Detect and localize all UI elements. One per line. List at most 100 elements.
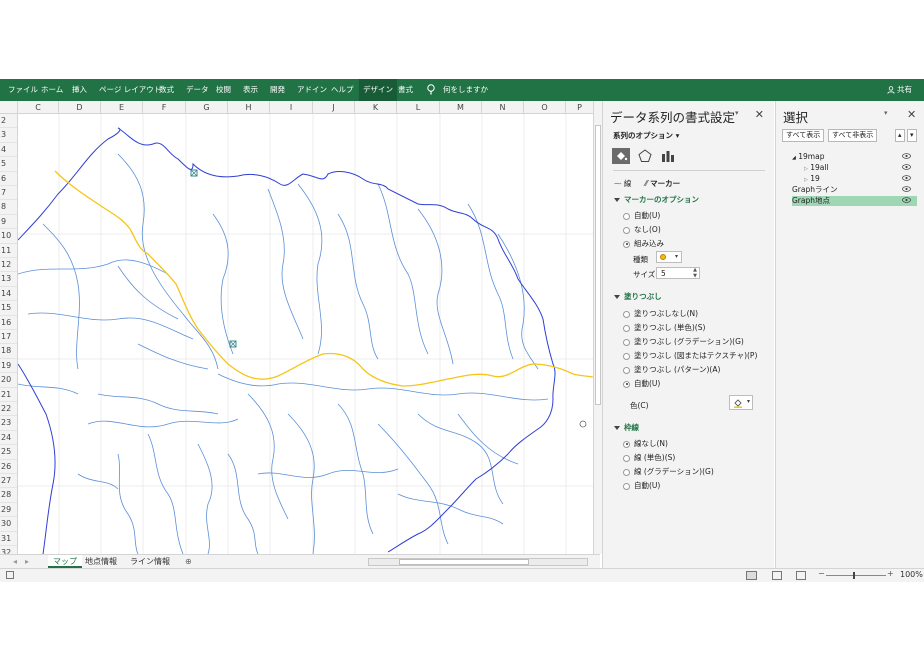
sheet-tab-lines[interactable]: ライン情報 — [125, 555, 175, 568]
row-header[interactable]: 8 — [0, 200, 17, 215]
selection-item[interactable]: ▷ 19 — [792, 174, 917, 184]
row-header[interactable]: 3 — [0, 128, 17, 143]
map-point-markers[interactable] — [190, 169, 237, 348]
row-header[interactable]: 26 — [0, 460, 17, 474]
border-section[interactable]: 枠線 — [614, 422, 639, 433]
row-header[interactable]: 13 — [0, 272, 17, 287]
normal-view-icon[interactable] — [746, 571, 757, 580]
pane-options-icon[interactable]: ▾ — [735, 109, 739, 117]
row-header[interactable]: 22 — [0, 402, 17, 417]
fill-pattern-radio[interactable]: 塗りつぶし (パターン)(A) — [623, 364, 720, 375]
row-header[interactable]: 23 — [0, 416, 17, 431]
row-header[interactable]: 21 — [0, 388, 17, 402]
map-chart[interactable] — [18, 114, 593, 554]
marker-size-spinner[interactable]: 5 ▲ ▼ — [656, 267, 700, 279]
column-header[interactable]: K — [355, 101, 397, 114]
fill-picture-radio[interactable]: 塗りつぶし (図またはテクスチャ)(P) — [623, 350, 757, 361]
row-header[interactable]: 12 — [0, 258, 17, 273]
row-header[interactable]: 2 — [0, 114, 17, 129]
spin-down-icon[interactable]: ▼ — [693, 273, 697, 279]
column-header[interactable]: L — [397, 101, 440, 114]
eye-icon[interactable] — [902, 164, 911, 170]
tab-help[interactable]: ヘルプ — [331, 79, 354, 101]
row-header[interactable]: 30 — [0, 517, 17, 532]
column-header[interactable]: O — [524, 101, 566, 114]
column-header[interactable]: H — [228, 101, 270, 114]
tell-me-search[interactable]: 何をしますか — [443, 79, 488, 101]
row-header[interactable]: 27 — [0, 474, 17, 489]
zoom-slider-thumb[interactable] — [853, 572, 855, 579]
row-header[interactable]: 20 — [0, 373, 17, 388]
column-header[interactable]: J — [313, 101, 355, 114]
tab-format[interactable]: 書式 — [398, 79, 413, 101]
column-header[interactable]: M — [440, 101, 482, 114]
border-solid-radio[interactable]: 線 (単色)(S) — [623, 452, 675, 463]
row-header[interactable]: 15 — [0, 301, 17, 316]
fill-none-radio[interactable]: 塗りつぶしなし(N) — [623, 308, 698, 319]
row-header[interactable]: 14 — [0, 287, 17, 302]
selection-item-active[interactable]: Graph地点 — [792, 196, 917, 206]
select-all-corner[interactable] — [0, 101, 18, 114]
hide-all-button[interactable]: すべて非表示 — [828, 129, 878, 142]
row-header[interactable]: 25 — [0, 445, 17, 460]
row-header[interactable]: 31 — [0, 532, 17, 546]
column-header[interactable]: P — [566, 101, 593, 114]
border-auto-radio[interactable]: 自動(U) — [623, 480, 660, 491]
fill-solid-radio[interactable]: 塗りつぶし (単色)(S) — [623, 322, 705, 333]
line-subtab[interactable]: ⁓ 線 — [614, 178, 631, 189]
marker-auto-radio[interactable]: 自動(U) — [623, 210, 660, 221]
row-header[interactable]: 10 — [0, 229, 17, 244]
tab-addins[interactable]: アドイン — [297, 79, 327, 101]
row-header[interactable]: 19 — [0, 359, 17, 374]
tab-home[interactable]: ホーム — [41, 79, 63, 101]
selection-item[interactable]: ▷ 19all — [792, 163, 917, 173]
zoom-in-icon[interactable]: + — [887, 569, 894, 578]
marker-options-section[interactable]: マーカーのオプション — [614, 194, 699, 205]
horizontal-scrollbar[interactable] — [368, 558, 588, 566]
zoom-level[interactable]: 100% — [900, 570, 923, 579]
worksheet-grid[interactable] — [18, 114, 593, 554]
pane-options-icon[interactable]: ▾ — [884, 109, 888, 117]
tab-design[interactable]: デザイン — [359, 79, 397, 101]
eye-icon[interactable] — [902, 175, 911, 181]
fill-color-picker[interactable]: ▾ — [729, 395, 753, 410]
column-header[interactable]: G — [186, 101, 228, 114]
point-marker[interactable] — [229, 340, 237, 348]
send-backward-icon[interactable]: ▾ — [907, 129, 917, 142]
share-button[interactable]: 共有 — [887, 79, 912, 101]
fill-line-tab[interactable] — [612, 148, 630, 164]
bring-forward-icon[interactable]: ▴ — [895, 129, 905, 142]
page-break-view-icon[interactable] — [796, 571, 806, 580]
fill-section[interactable]: 塗りつぶし — [614, 291, 662, 302]
row-header[interactable]: 5 — [0, 157, 17, 172]
zoom-slider[interactable] — [826, 575, 886, 576]
row-header[interactable]: 16 — [0, 316, 17, 330]
close-icon[interactable]: ✕ — [755, 108, 764, 121]
row-header[interactable]: 32 — [0, 546, 17, 554]
eye-icon[interactable] — [902, 153, 911, 159]
eye-icon[interactable] — [902, 186, 911, 192]
macro-record-icon[interactable] — [6, 571, 14, 579]
marker-builtin-radio[interactable]: 組み込み — [623, 238, 664, 249]
bar-chart-icon[interactable] — [661, 149, 675, 163]
marker-type-dropdown[interactable]: ▾ — [656, 251, 682, 263]
border-none-radio[interactable]: 線なし(N) — [623, 438, 668, 449]
fill-auto-radio[interactable]: 自動(U) — [623, 378, 660, 389]
series-options-dropdown[interactable]: 系列のオプション ▾ — [613, 130, 679, 141]
row-header[interactable]: 18 — [0, 344, 17, 359]
vertical-scrollbar[interactable] — [593, 101, 602, 554]
row-header[interactable]: 17 — [0, 330, 17, 345]
tab-developer[interactable]: 開発 — [270, 79, 285, 101]
close-icon[interactable]: ✕ — [907, 108, 916, 121]
row-header[interactable]: 24 — [0, 431, 17, 446]
sheet-tab-points[interactable]: 地点情報 — [80, 555, 122, 568]
row-header[interactable]: 6 — [0, 172, 17, 186]
tab-formulas[interactable]: 数式 — [159, 79, 174, 101]
border-gradient-radio[interactable]: 線 (グラデーション)(G) — [623, 466, 714, 477]
marker-subtab[interactable]: ⁄⁄ マーカー — [645, 178, 680, 189]
next-sheet-icon[interactable]: ▸ — [20, 555, 34, 568]
column-header[interactable]: F — [143, 101, 186, 114]
pentagon-effects-icon[interactable] — [638, 149, 652, 163]
tab-insert[interactable]: 挿入 — [72, 79, 87, 101]
column-header[interactable]: I — [270, 101, 313, 114]
